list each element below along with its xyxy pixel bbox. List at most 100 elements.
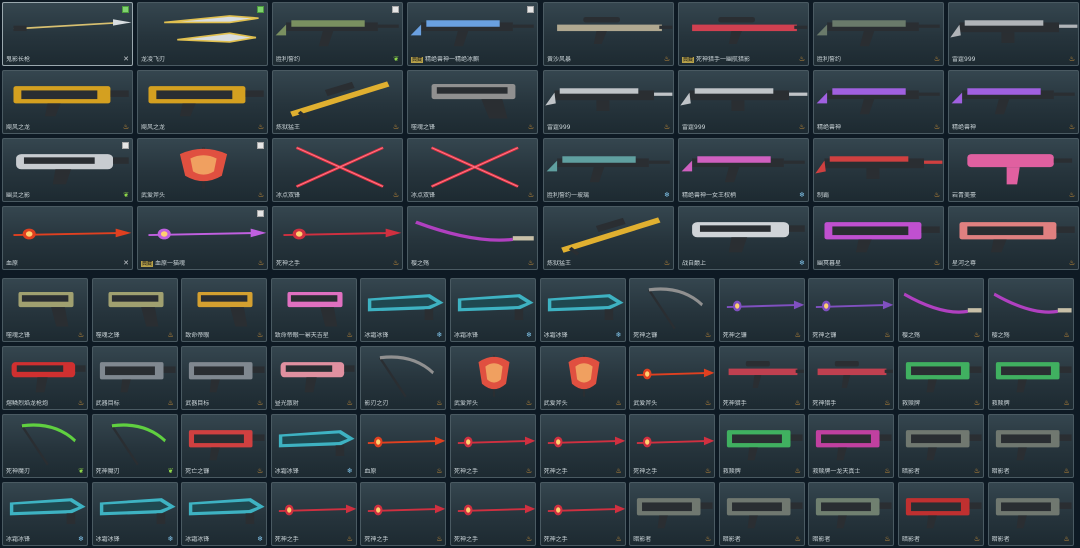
weapon-tile[interactable]: 龙凌飞刃 xyxy=(137,2,268,66)
weapon-tile[interactable]: 暗影者 ♨ xyxy=(987,414,1074,478)
weapon-tile[interactable]: 典藏 精绝兽神一精绝冰麒 xyxy=(407,2,538,66)
select-checkbox[interactable] xyxy=(392,6,399,13)
weapon-tile[interactable]: 胜利誓约 ❦ xyxy=(272,2,403,66)
weapon-tile[interactable]: 鬼影长枪 ✕ xyxy=(2,2,133,66)
weapon-tile[interactable]: 冰霜冰锋 ❄ xyxy=(91,482,178,546)
weapon-tile[interactable]: 冰霜冰锋 ❄ xyxy=(539,278,626,342)
weapon-tile[interactable]: 武爱斧头 ♨ xyxy=(629,346,716,410)
weapon-tile[interactable]: 死神魔刃 ❦ xyxy=(2,414,88,478)
weapon-tile[interactable]: 冰霜冰锋 ❄ xyxy=(270,414,357,478)
weapon-tile[interactable]: 死神之手 ♨ xyxy=(450,482,536,546)
weapon-tile[interactable]: 黄沙风暴 ♨ xyxy=(543,2,674,66)
weapon-tile[interactable]: 噬魂之锋 ♨ xyxy=(407,70,538,134)
cannon-shape-2 xyxy=(35,377,48,393)
weapon-tile[interactable]: 昼光散射 ♨ xyxy=(270,346,357,410)
weapon-tile[interactable]: 死神猎手 ♨ xyxy=(808,346,895,410)
weapon-tile[interactable]: 暗影者 ♨ xyxy=(629,482,716,546)
weapon-tile[interactable]: 暗影者 ♨ xyxy=(898,414,984,478)
weapon-name-text: 雷霆999 xyxy=(547,124,571,131)
weapon-tile[interactable]: 武爱斧头 ♨ xyxy=(450,346,536,410)
weapon-tile[interactable]: 暗影者 ♨ xyxy=(987,482,1074,546)
weapon-tile[interactable]: 典藏 血原一猫魂 ♨ xyxy=(137,206,268,270)
weapon-tile[interactable]: 幽灵之影 ❦ xyxy=(2,138,133,202)
weapon-tile[interactable]: 胜利誓约 ♨ xyxy=(813,2,944,66)
flame-icon: ♨ xyxy=(794,331,801,339)
weapon-tile[interactable]: 死神之镰 ♨ xyxy=(718,278,805,342)
weapon-tile[interactable]: 死神之手 ♨ xyxy=(629,414,716,478)
weapon-tile[interactable]: 死神之镰 ♨ xyxy=(808,278,895,342)
weapon-tile[interactable]: 雷霆999 ♨ xyxy=(543,70,674,134)
select-checkbox[interactable] xyxy=(257,142,264,149)
weapon-tile[interactable]: 死神之手 ♨ xyxy=(270,482,357,546)
weapon-tile[interactable]: 精绝兽神 ♨ xyxy=(948,70,1079,134)
select-checkbox[interactable] xyxy=(257,6,264,13)
weapon-name: 精绝兽神 xyxy=(817,124,841,131)
weapon-tile[interactable]: 救赎牌一龙天真士 ♨ xyxy=(808,414,895,478)
weapon-tile[interactable]: 死神之手 ♨ xyxy=(539,482,626,546)
weapon-tile[interactable]: 暗影者 ♨ xyxy=(718,482,805,546)
weapon-tile[interactable]: 冰点双锋 ♨ xyxy=(272,138,403,202)
weapon-name-text: 飓风之龙 xyxy=(6,124,31,131)
weapon-tile[interactable]: 冰霜冰锋 ❄ xyxy=(181,482,268,546)
select-checkbox[interactable] xyxy=(257,210,264,217)
weapon-tile[interactable]: 熔鳞烈焰龙枪炮 ♨ xyxy=(2,346,88,410)
weapon-tile[interactable]: 樱之殇 ♨ xyxy=(407,206,538,270)
weapon-tile[interactable]: 死神之镰 ♨ xyxy=(629,278,716,342)
weapon-name-text: 死神之手 xyxy=(543,536,568,543)
weapon-tile[interactable]: 星河之尊 ♨ xyxy=(948,206,1079,270)
weapon-tile[interactable]: 典藏 死神猎手一幽航猎影 ♨ xyxy=(678,2,809,66)
weapon-tile[interactable]: 血原 ✕ xyxy=(2,206,133,270)
weapon-tile[interactable]: 救赎牌 ♨ xyxy=(987,346,1074,410)
weapon-tile[interactable]: 噬魂之锋 ♨ xyxy=(91,278,178,342)
weapon-tile[interactable]: 死神魔刃 ❦ xyxy=(91,414,178,478)
weapon-tile[interactable]: 死神之手 ♨ xyxy=(272,206,403,270)
staff-shape-3 xyxy=(883,300,894,310)
weapon-tile[interactable]: 致命帝眼一幂天吉星 ♨ xyxy=(270,278,357,342)
sniper-shape-2 xyxy=(795,369,804,373)
weapon-tile[interactable]: 飓风之龙 ♨ xyxy=(2,70,133,134)
weapon-tile[interactable]: 冰霜冰锋 ❄ xyxy=(2,482,88,546)
weapon-tile[interactable]: 血原 ♨ xyxy=(360,414,447,478)
weapon-tile[interactable]: 炼狱猛王 ♨ xyxy=(272,70,403,134)
weapon-tile[interactable]: 精绝兽神 ♨ xyxy=(813,70,944,134)
weapon-tile[interactable]: 制霸 ♨ xyxy=(813,138,944,202)
weapon-tile[interactable]: 炼狱猛王 ♨ xyxy=(543,206,674,270)
weapon-tile[interactable]: 救赎牌 ♨ xyxy=(718,414,805,478)
weapon-tile[interactable]: 冰霜冰锋 ❄ xyxy=(450,278,536,342)
weapon-tile[interactable]: 武器目标 ♨ xyxy=(91,346,178,410)
weapon-tile[interactable]: 暗影者 ♨ xyxy=(808,482,895,546)
select-checkbox[interactable] xyxy=(122,6,129,13)
weapon-tile[interactable]: 岩青美豪 ♨ xyxy=(948,138,1079,202)
weapon-tile[interactable]: 死亡之镰 ♨ xyxy=(181,414,268,478)
weapon-tile[interactable]: 樱之殇 ♨ xyxy=(898,278,984,342)
weapon-tile[interactable]: 武器目标 ♨ xyxy=(181,346,268,410)
weapon-tile[interactable]: 樱之殇 ♨ xyxy=(987,278,1074,342)
weapon-tile[interactable]: 战自巅上 ❄ xyxy=(678,206,809,270)
sniper-shape-1 xyxy=(835,361,860,367)
weapon-tile[interactable]: 精绝兽神一女王权柄 ❄ xyxy=(678,138,809,202)
weapon-name-text: 影刃之刃 xyxy=(364,400,389,407)
weapon-tile[interactable]: 飓风之龙 ♨ xyxy=(137,70,268,134)
weapon-tile[interactable]: 死神之手 ♨ xyxy=(539,414,626,478)
weapon-tile[interactable]: 幽冥暮星 ♨ xyxy=(813,206,944,270)
weapon-tile[interactable]: 武爱斧头 ♨ xyxy=(137,138,268,202)
weapon-tile[interactable]: 死神之手 ♨ xyxy=(360,482,447,546)
weapon-tile[interactable]: 死神猎手 ♨ xyxy=(718,346,805,410)
weapon-tile[interactable]: 冰点双锋 ♨ xyxy=(407,138,538,202)
mg-shape-2 xyxy=(789,92,808,96)
select-checkbox[interactable] xyxy=(122,142,129,149)
weapon-tile[interactable]: 影刃之刃 ♨ xyxy=(360,346,447,410)
weapon-tile[interactable]: 冰霜冰锋 ❄ xyxy=(360,278,447,342)
weapon-name: 精绝兽神一女王权柄 xyxy=(682,192,736,199)
weapon-tile[interactable]: 死神之手 ♨ xyxy=(450,414,536,478)
weapon-tile[interactable]: 暗影者 ♨ xyxy=(898,482,984,546)
weapon-tile[interactable]: 致命帝眼 ♨ xyxy=(181,278,268,342)
weapon-tile[interactable]: 雷霆999 ♨ xyxy=(948,2,1079,66)
weapon-tile[interactable]: 武爱斧头 ♨ xyxy=(539,346,626,410)
weapon-tile[interactable]: 噬魂之锋 ♨ xyxy=(2,278,88,342)
weapon-tile[interactable]: 雷霆999 ♨ xyxy=(678,70,809,134)
weapon-tile[interactable]: 胜利誓约一玻璃 ❄ xyxy=(543,138,674,202)
rifle-weapon-icon xyxy=(546,156,670,183)
select-checkbox[interactable] xyxy=(527,6,534,13)
weapon-tile[interactable]: 救赎牌 ♨ xyxy=(898,346,984,410)
